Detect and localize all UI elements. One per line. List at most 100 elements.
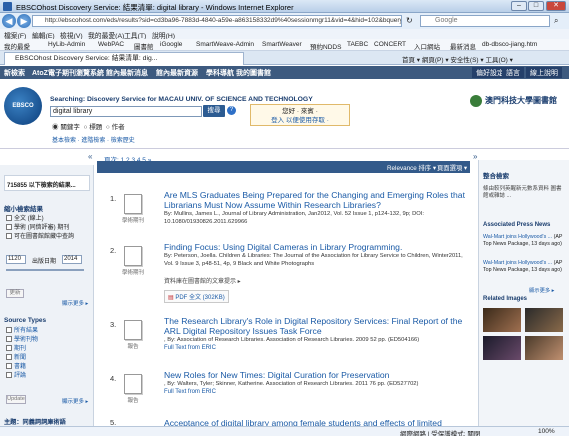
radio-icon[interactable]: ○: [83, 124, 87, 131]
subject-heading[interactable]: 主題：同義詞詞庫術語: [4, 417, 66, 426]
news-title[interactable]: Wal-Mart joins Hollywood's ...: [483, 234, 552, 240]
search-icon[interactable]: ⌕: [554, 16, 558, 26]
source-reviews[interactable]: 評論: [14, 373, 26, 379]
language-link[interactable]: 語言: [502, 67, 524, 78]
result-title[interactable]: Acceptance of digital library among fema…: [164, 418, 469, 426]
checkbox[interactable]: [6, 233, 12, 240]
news-more-link[interactable]: 顯示更多 ▸: [529, 286, 554, 294]
refresh-icon[interactable]: ↻: [406, 16, 413, 25]
update-sources-button[interactable]: Update: [6, 395, 26, 404]
academic-journal-icon[interactable]: [124, 246, 142, 266]
nav-new-search[interactable]: 新檢索: [4, 68, 25, 78]
fav-link[interactable]: HyLib-Admin: [48, 41, 85, 48]
browser-tab[interactable]: EBSCOhost Discovery Service: 結果清單: dig..…: [4, 52, 244, 65]
checkbox[interactable]: [6, 224, 12, 231]
fav-link[interactable]: 圖書館: [134, 41, 154, 51]
related-image[interactable]: [525, 336, 563, 360]
checkbox[interactable]: [6, 215, 12, 222]
related-image[interactable]: [483, 308, 521, 332]
checkbox[interactable]: [6, 327, 12, 334]
source-academic[interactable]: 學術刊物: [14, 337, 38, 343]
checkbox[interactable]: [6, 372, 12, 379]
source-books[interactable]: 書籍: [14, 364, 26, 370]
related-image[interactable]: [483, 336, 521, 360]
minimize-button[interactable]: –: [511, 1, 527, 11]
show-more-link[interactable]: 顯示更多 ▸: [62, 299, 88, 307]
pdf-label[interactable]: PDF 全文 (302KB): [175, 295, 224, 301]
help-icon[interactable]: ?: [227, 106, 236, 115]
zoom-level[interactable]: 100%: [538, 428, 555, 435]
back-button[interactable]: ◀: [2, 14, 16, 28]
date-slider[interactable]: [6, 269, 84, 271]
fav-link[interactable]: db-dbsco-jiang.htm: [482, 41, 537, 48]
news-title[interactable]: Wal-Mart joins Hollywood's ...: [483, 260, 552, 266]
radio-icon[interactable]: ◉: [52, 124, 59, 131]
check-library-holdings[interactable]: 可在圖書館館藏中查詢: [14, 234, 74, 240]
google-search-input[interactable]: Google: [420, 15, 550, 27]
nav-subject-guide[interactable]: 學科導航: [206, 68, 234, 78]
update-button[interactable]: 更新: [6, 289, 24, 298]
source-periodicals[interactable]: 期刊: [14, 346, 26, 352]
sort-dropdown[interactable]: Relevance 排序 ▾: [387, 163, 436, 172]
collapse-left-icon[interactable]: «: [88, 152, 92, 161]
result-title[interactable]: Are MLS Graduates Being Prepared for the…: [164, 190, 469, 210]
opt-title[interactable]: 標題: [89, 124, 102, 131]
fav-link[interactable]: 最新消息: [450, 41, 476, 51]
checkbox[interactable]: [6, 345, 12, 352]
checkbox[interactable]: [6, 363, 12, 370]
favorites-button[interactable]: 我的最愛: [4, 41, 30, 51]
nav-my-library[interactable]: 我的圖書館: [236, 68, 271, 78]
report-icon[interactable]: [124, 320, 142, 340]
fav-link[interactable]: WebPAC: [98, 41, 124, 48]
search-input[interactable]: digital library: [50, 106, 202, 117]
result-title[interactable]: Finding Focus: Using Digital Cameras in …: [164, 242, 469, 252]
search-history-link[interactable]: 檢索歷史: [111, 138, 135, 144]
title-line[interactable]: Now Assume Within Research Libraries?: [225, 200, 381, 210]
result-title[interactable]: The Research Library's Role in Digital R…: [164, 316, 469, 336]
close-window-button[interactable]: ✕: [546, 1, 566, 11]
url-input[interactable]: http://ebscohost.com/eds/results?sid=cd3…: [32, 15, 402, 27]
fav-link[interactable]: TAEBC: [347, 41, 368, 48]
result-title[interactable]: New Roles for New Times: Digital Curatio…: [164, 370, 469, 380]
fav-link[interactable]: CONCERT: [374, 41, 406, 48]
command-bar[interactable]: 首頁 ▾ 網頁(P) ▾ 安全性(S) ▾ 工具(O) ▾: [402, 54, 513, 64]
fav-link[interactable]: SmartWeaver: [262, 41, 302, 48]
opt-author[interactable]: 作者: [112, 124, 125, 131]
forward-button[interactable]: ▶: [17, 14, 31, 28]
news-item[interactable]: Wal-Mart joins Hollywood's ... (AP Top N…: [483, 234, 567, 247]
check-fulltext[interactable]: 全文 (線上): [14, 216, 44, 222]
nav-news[interactable]: 館內最新消息: [106, 68, 148, 78]
related-image[interactable]: [525, 308, 563, 332]
check-peer-reviewed[interactable]: 學術 (同儕評審) 期刊: [14, 225, 69, 231]
date-to-input[interactable]: 2014: [62, 255, 82, 264]
nav-atoz[interactable]: AtoZ電子期刊瀏覽系統: [32, 68, 104, 78]
holdings-link[interactable]: 資料庫在圖書館的文章提示 ▸: [164, 276, 241, 285]
source-news[interactable]: 新聞: [14, 355, 26, 361]
date-from-input[interactable]: 1120: [6, 255, 26, 264]
maximize-button[interactable]: □: [528, 1, 544, 11]
checkbox[interactable]: [6, 354, 12, 361]
nav-resources[interactable]: 館內最新資源: [156, 68, 198, 78]
show-more-sources-link[interactable]: 顯示更多 ▸: [62, 397, 88, 405]
login-link[interactable]: 登入 以便使用存取 ·: [251, 116, 349, 125]
report-icon[interactable]: [124, 374, 142, 394]
fav-link[interactable]: iGoogle: [160, 41, 182, 48]
source-all[interactable]: 所有結果: [14, 328, 38, 334]
advanced-search-link[interactable]: 進階檢索: [81, 138, 105, 144]
title-line[interactable]: Repository Issues Task Force: [209, 326, 322, 336]
fav-link[interactable]: SmartWeave-Admin: [196, 41, 254, 48]
eric-fulltext-link[interactable]: Full Text from ERIC: [164, 345, 216, 351]
collapse-right-icon[interactable]: »: [473, 152, 477, 161]
pdf-fulltext-link[interactable]: ▤ PDF 全文 (302KB): [164, 290, 229, 303]
academic-journal-icon[interactable]: [124, 194, 142, 214]
news-item[interactable]: Wal-Mart joins Hollywood's ... (AP Top N…: [483, 260, 567, 273]
checkbox[interactable]: [6, 336, 12, 343]
help-link[interactable]: 線上說明: [526, 67, 562, 78]
opt-keyword[interactable]: 關鍵字: [60, 124, 80, 131]
radio-icon[interactable]: ○: [106, 124, 110, 131]
fav-link[interactable]: 預約NDDS: [310, 41, 341, 51]
fav-link[interactable]: 入口網站: [414, 41, 440, 51]
eric-fulltext-link[interactable]: Full Text from ERIC: [164, 389, 216, 395]
basic-search-link[interactable]: 基本檢索: [52, 138, 76, 144]
page-options-dropdown[interactable]: 頁面選項 ▾: [437, 163, 467, 172]
